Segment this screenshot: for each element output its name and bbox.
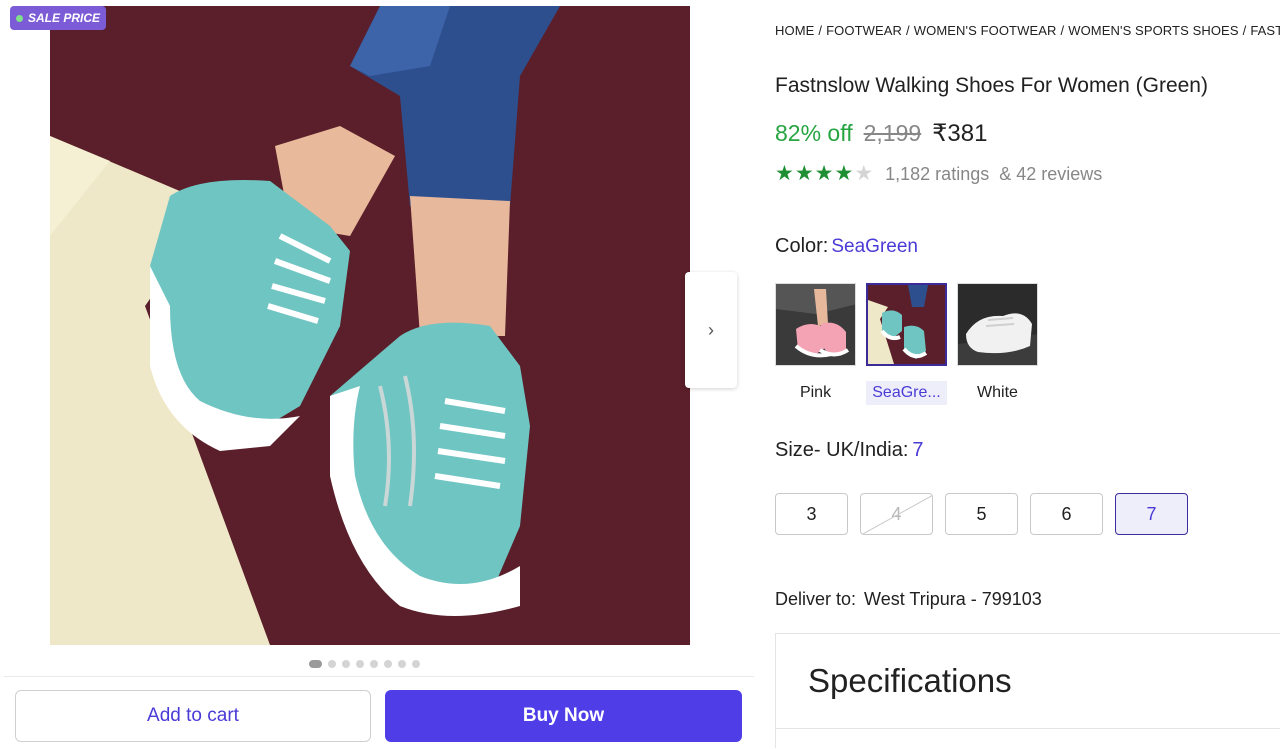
sale-badge-label: SALE PRICE — [28, 11, 101, 25]
breadcrumb-home[interactable]: HOME — [775, 23, 814, 38]
size-options: 3 4 5 6 7 — [775, 493, 1188, 535]
divider — [776, 728, 1280, 729]
breadcrumb-footwear[interactable]: FOOTWEAR — [826, 23, 902, 38]
carousel-dot[interactable] — [398, 660, 406, 668]
breadcrumb-womens-sports-shoes[interactable]: WOMEN'S SPORTS SHOES — [1068, 23, 1238, 38]
discount-percent: 82% off — [775, 120, 853, 146]
original-price: 2,199 — [863, 120, 922, 146]
chevron-right-icon: › — [708, 319, 714, 340]
star-filled-icon: ★ — [834, 162, 854, 185]
size-label: Size- UK/India: — [775, 439, 909, 461]
sale-price-badge: SALE PRICE — [10, 6, 107, 30]
breadcrumb: HOME / FOOTWEAR / WOMEN'S FOOTWEAR / WOMEN'S S… — [775, 23, 1280, 38]
price-row: 82% off 2,199 ₹381 — [775, 119, 987, 148]
swatch-label: SeaGre... — [866, 381, 947, 405]
size-heading: Size- UK/India: 7 — [775, 439, 924, 462]
color-swatch-white[interactable]: White — [957, 283, 1038, 405]
reviews-count[interactable]: & 42 reviews — [999, 164, 1102, 185]
size-option[interactable]: 5 — [945, 493, 1018, 535]
carousel-dot[interactable] — [384, 660, 392, 668]
product-gallery: SALE PRICE › Add to cart Buy Now — [0, 0, 755, 749]
carousel-dot[interactable] — [356, 660, 364, 668]
breadcrumb-brand[interactable]: FASTNSLOW — [1250, 23, 1280, 38]
carousel-dot[interactable] — [370, 660, 378, 668]
selling-price: ₹381 — [932, 120, 988, 147]
size-option[interactable]: 3 — [775, 493, 848, 535]
rating-row: ★ ★ ★ ★ ★ 1,182 ratings & 42 reviews — [775, 162, 1102, 186]
star-filled-icon: ★ — [794, 162, 814, 185]
color-swatches: Pink SeaGre... White — [775, 283, 1038, 405]
color-label: Color: — [775, 235, 829, 257]
swatch-thumbnail — [775, 283, 856, 366]
carousel-dot[interactable] — [328, 660, 336, 668]
carousel-next-button[interactable]: › — [685, 272, 737, 388]
carousel-dots — [309, 660, 420, 668]
product-details: HOME / FOOTWEAR / WOMEN'S FOOTWEAR / WOMEN'S S… — [775, 0, 1280, 748]
product-title: Fastnslow Walking Shoes For Women (Green… — [775, 74, 1208, 97]
carousel-dot[interactable] — [412, 660, 420, 668]
size-option-unavailable: 4 — [860, 493, 933, 535]
star-filled-icon: ★ — [775, 162, 794, 185]
ratings-count[interactable]: 1,182 ratings — [885, 164, 989, 185]
selected-color: SeaGreen — [831, 236, 918, 257]
shoe-photo — [50, 6, 690, 645]
swatch-thumbnail — [957, 283, 1038, 366]
deliver-label: Deliver to: — [775, 589, 857, 609]
size-option[interactable]: 6 — [1030, 493, 1103, 535]
star-empty-icon: ★ — [854, 162, 874, 185]
badge-dot — [16, 14, 23, 22]
selected-size: 7 — [912, 439, 924, 461]
add-to-cart-button[interactable]: Add to cart — [15, 690, 371, 742]
carousel-dot[interactable] — [342, 660, 350, 668]
star-rating: ★ ★ ★ ★ ★ — [775, 162, 873, 186]
action-bar: Add to cart Buy Now — [4, 676, 754, 749]
carousel-dot[interactable] — [309, 660, 322, 668]
delivery-row[interactable]: Deliver to: West Tripura - 799103 — [775, 589, 1042, 610]
color-swatch-pink[interactable]: Pink — [775, 283, 856, 405]
color-heading: Color: SeaGreen — [775, 235, 918, 258]
breadcrumb-womens-footwear[interactable]: WOMEN'S FOOTWEAR — [914, 23, 1057, 38]
delivery-location: West Tripura - 799103 — [864, 589, 1042, 609]
swatch-thumbnail — [866, 283, 947, 366]
star-filled-icon: ★ — [814, 162, 834, 185]
color-swatch-seagreen[interactable]: SeaGre... — [866, 283, 947, 405]
product-main-image[interactable] — [50, 6, 690, 645]
swatch-label: Pink — [799, 384, 832, 401]
specifications-section: Specifications — [775, 633, 1280, 748]
size-option-selected[interactable]: 7 — [1115, 493, 1188, 535]
buy-now-button[interactable]: Buy Now — [385, 690, 742, 742]
specifications-title: Specifications — [808, 662, 1012, 699]
swatch-label: White — [977, 384, 1018, 401]
